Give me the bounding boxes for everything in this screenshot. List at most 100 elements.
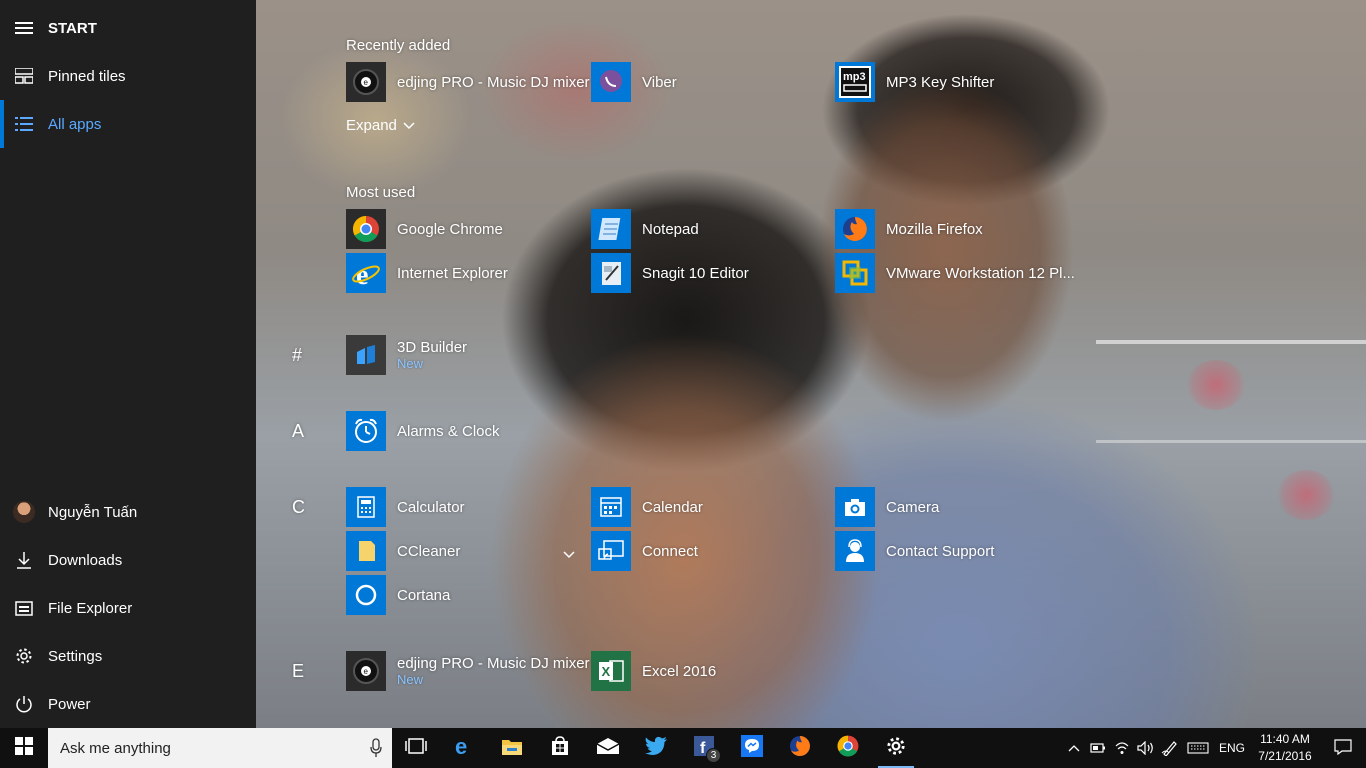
rail-item-power[interactable]: Power xyxy=(0,680,256,728)
svg-text:X: X xyxy=(602,664,611,679)
app-label: Cortana xyxy=(397,586,451,604)
mp3-key-icon: mp3 xyxy=(835,62,875,102)
taskbar-messenger-button[interactable] xyxy=(728,728,776,768)
language-indicator[interactable]: ENG xyxy=(1214,728,1250,768)
wifi-icon[interactable] xyxy=(1110,728,1134,768)
battery-icon[interactable] xyxy=(1086,728,1110,768)
touch-keyboard-icon[interactable] xyxy=(1182,728,1214,768)
rail-item-downloads[interactable]: Downloads xyxy=(0,536,256,584)
app-3d-builder[interactable]: 3D Builder New xyxy=(346,335,467,375)
app-label: edjing PRO - Music DJ mixer xyxy=(397,73,590,91)
internet-explorer-icon: e xyxy=(346,253,386,293)
app-label: edjing PRO - Music DJ mixer xyxy=(397,655,590,672)
app-label: 3D Builder xyxy=(397,339,468,356)
app-label: Contact Support xyxy=(886,542,995,560)
app-edjing-pro[interactable]: e edjing PRO - Music DJ mixer xyxy=(346,62,590,102)
chevron-down-icon xyxy=(403,117,415,134)
snagit-icon xyxy=(591,253,631,293)
rail-item-file-explorer[interactable]: File Explorer xyxy=(0,584,256,632)
cortana-search-box[interactable]: Ask me anything xyxy=(48,728,392,768)
taskbar-settings-button[interactable] xyxy=(872,728,920,768)
taskbar-mail-button[interactable] xyxy=(584,728,632,768)
wallpaper-detail xyxy=(1186,360,1246,410)
group-letter-e[interactable]: E xyxy=(292,661,304,682)
svg-text:e: e xyxy=(364,667,369,676)
app-contact-support[interactable]: Contact Support xyxy=(835,531,994,571)
taskbar-chrome-button[interactable] xyxy=(824,728,872,768)
group-letter-hash[interactable]: # xyxy=(292,345,302,366)
expand-button[interactable]: Expand xyxy=(346,117,415,134)
app-internet-explorer[interactable]: e Internet Explorer xyxy=(346,253,508,293)
chevron-down-icon[interactable] xyxy=(563,546,575,564)
action-center-button[interactable] xyxy=(1320,728,1366,768)
rail-item-label: Downloads xyxy=(48,551,123,569)
start-hamburger-button[interactable]: START xyxy=(0,4,256,52)
windows-logo-icon xyxy=(15,736,33,760)
group-letter-a[interactable]: A xyxy=(292,421,304,442)
app-connect[interactable]: Connect xyxy=(591,531,698,571)
rail-item-label: Settings xyxy=(48,647,103,665)
edge-icon: e xyxy=(453,734,475,762)
svg-text:mp3: mp3 xyxy=(843,71,866,83)
app-cortana[interactable]: Cortana xyxy=(346,575,450,615)
rail-item-label: File Explorer xyxy=(48,599,133,617)
group-letter-c[interactable]: C xyxy=(292,497,305,518)
taskbar-file-explorer-button[interactable] xyxy=(488,728,536,768)
app-google-chrome[interactable]: Google Chrome xyxy=(346,209,503,249)
app-label: Notepad xyxy=(642,220,699,238)
rail-item-pinned-tiles[interactable]: Pinned tiles xyxy=(0,52,256,100)
clock[interactable]: 11:40 AM 7/21/2016 xyxy=(1250,731,1320,765)
app-alarms-clock[interactable]: Alarms & Clock xyxy=(346,411,500,451)
app-viber[interactable]: Viber xyxy=(591,62,677,102)
folder-icon xyxy=(0,600,48,616)
app-label: Excel 2016 xyxy=(642,662,717,680)
app-camera[interactable]: Camera xyxy=(835,487,939,527)
app-mozilla-firefox[interactable]: Mozilla Firefox xyxy=(835,209,983,249)
calendar-icon xyxy=(591,487,631,527)
taskbar-twitter-button[interactable] xyxy=(632,728,680,768)
calculator-icon xyxy=(346,487,386,527)
power-icon xyxy=(0,695,48,713)
excel-icon: X xyxy=(591,651,631,691)
cortana-icon xyxy=(346,575,386,615)
alarm-clock-icon xyxy=(346,411,386,451)
mail-icon xyxy=(596,737,620,760)
app-label: Camera xyxy=(886,498,940,516)
gear-icon xyxy=(886,736,906,761)
firefox-icon xyxy=(835,209,875,249)
taskbar-facebook-button[interactable]: f 3 xyxy=(680,728,728,768)
app-label: MP3 Key Shifter xyxy=(886,73,995,91)
app-label: Calendar xyxy=(642,498,703,516)
person-headset-icon xyxy=(835,531,875,571)
taskbar-store-button[interactable] xyxy=(536,728,584,768)
app-ccleaner-folder[interactable]: CCleaner xyxy=(346,531,460,571)
app-calendar[interactable]: Calendar xyxy=(591,487,703,527)
rail-item-user[interactable]: Nguyễn Tuấn xyxy=(0,488,256,536)
start-button[interactable] xyxy=(0,728,48,768)
3d-builder-icon xyxy=(346,335,386,375)
pen-workspace-icon[interactable] xyxy=(1158,728,1182,768)
app-notepad[interactable]: Notepad xyxy=(591,209,699,249)
rail-item-settings[interactable]: Settings xyxy=(0,632,256,680)
app-excel-2016[interactable]: X Excel 2016 xyxy=(591,651,716,691)
taskbar-edge-button[interactable]: e xyxy=(440,728,488,768)
svg-text:e: e xyxy=(364,78,369,87)
app-snagit-editor[interactable]: Snagit 10 Editor xyxy=(591,253,749,293)
app-label: CCleaner xyxy=(397,542,461,560)
volume-icon[interactable] xyxy=(1134,728,1158,768)
task-view-button[interactable] xyxy=(392,728,440,768)
app-vmware-workstation[interactable]: VMware Workstation 12 Pl... xyxy=(835,253,1075,293)
most-used-header: Most used xyxy=(346,184,416,201)
camera-icon xyxy=(835,487,875,527)
app-calculator[interactable]: Calculator xyxy=(346,487,465,527)
chevron-up-icon[interactable] xyxy=(1062,728,1086,768)
app-mp3-key-shifter[interactable]: mp3 MP3 Key Shifter xyxy=(835,62,994,102)
viber-icon xyxy=(591,62,631,102)
clock-date: 7/21/2016 xyxy=(1258,749,1312,763)
app-edjing-pro-e[interactable]: e edjing PRO - Music DJ mixer New xyxy=(346,651,590,691)
taskbar-firefox-button[interactable] xyxy=(776,728,824,768)
rail-item-all-apps[interactable]: All apps xyxy=(0,100,256,148)
search-placeholder: Ask me anything xyxy=(60,739,171,757)
app-label: Alarms & Clock xyxy=(397,422,500,440)
microphone-icon[interactable] xyxy=(370,738,382,762)
